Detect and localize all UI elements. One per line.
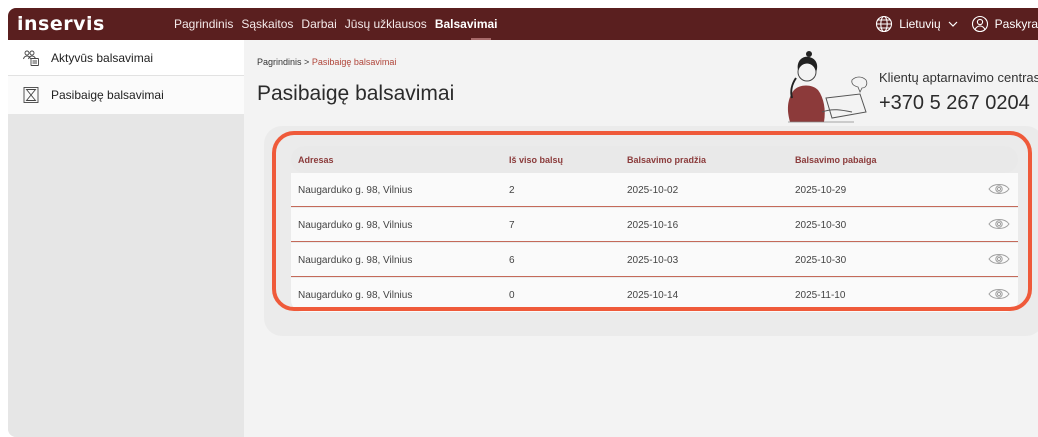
cell-end: 2025-10-30 <box>795 255 847 266</box>
cell-address: Naugarduko g. 98, Vilnius <box>298 185 413 196</box>
cell-start: 2025-10-16 <box>627 220 679 231</box>
sidebar: Aktyvūs balsavimai Pasibaigę balsavimai <box>8 40 244 437</box>
cell-end: 2025-10-29 <box>795 185 847 196</box>
sidebar-item-pasibaige[interactable]: Pasibaigę balsavimai <box>8 76 244 114</box>
cell-total: 6 <box>509 255 515 266</box>
topbar-actions: Lietuvių Paskyra <box>875 8 1038 40</box>
language-selector[interactable]: Lietuvių <box>899 17 940 31</box>
eye-icon[interactable] <box>988 287 1010 301</box>
cell-total: 0 <box>509 290 515 301</box>
breadcrumb-separator: > <box>304 57 310 67</box>
header-start[interactable]: Balsavimo pradžia <box>627 155 706 165</box>
cell-start: 2025-10-02 <box>627 185 679 196</box>
votes-table: Adresas Iš viso balsų Balsavimo pradžia … <box>286 142 1020 316</box>
header-end[interactable]: Balsavimo pabaiga <box>795 155 877 165</box>
nav-saskaitos[interactable]: Sąskaitos <box>241 17 293 31</box>
chevron-down-icon[interactable] <box>947 18 959 30</box>
account-link[interactable]: Paskyra <box>995 17 1038 31</box>
row-divider <box>291 241 1018 242</box>
eye-icon[interactable] <box>988 252 1010 266</box>
breadcrumb-current: Pasibaigę balsavimai <box>311 57 397 67</box>
cell-start: 2025-10-14 <box>627 290 679 301</box>
table-row[interactable]: Naugarduko g. 98, Vilnius 2 2025-10-02 2… <box>291 173 1018 207</box>
sidebar-item-label: Aktyvūs balsavimai <box>51 50 154 65</box>
row-divider <box>291 276 1018 277</box>
people-icon <box>22 49 40 67</box>
header-total[interactable]: Iš viso balsų <box>509 155 563 165</box>
top-navigation-bar: inservis Pagrindinis Sąskaitos Darbai Jū… <box>8 8 1038 40</box>
main-content: Pagrindinis > Pasibaigę balsavimai Pasib… <box>244 40 1038 437</box>
row-divider <box>291 206 1018 207</box>
cell-total: 2 <box>509 185 515 196</box>
support-agent-illustration <box>787 51 868 123</box>
breadcrumb: Pagrindinis > Pasibaigę balsavimai <box>257 57 396 67</box>
cell-end: 2025-10-30 <box>795 220 847 231</box>
cell-start: 2025-10-03 <box>627 255 679 266</box>
nav-uzklausos[interactable]: Jūsų užklausos <box>345 17 427 31</box>
cell-address: Naugarduko g. 98, Vilnius <box>298 290 413 301</box>
nav-balsavimai[interactable]: Balsavimai <box>435 17 498 31</box>
eye-icon[interactable] <box>988 182 1010 196</box>
table-row[interactable]: Naugarduko g. 98, Vilnius 6 2025-10-03 2… <box>291 243 1018 277</box>
page-title: Pasibaigę balsavimai <box>257 82 455 105</box>
table-header: Adresas Iš viso balsų Balsavimo pradžia … <box>291 146 1018 173</box>
support-label: Klientų aptarnavimo centras <box>879 70 1038 85</box>
main-nav: Pagrindinis Sąskaitos Darbai Jūsų užklau… <box>174 17 498 31</box>
cell-end: 2025-11-10 <box>795 290 846 301</box>
cell-address: Naugarduko g. 98, Vilnius <box>298 220 413 231</box>
sidebar-item-label: Pasibaigę balsavimai <box>51 88 164 102</box>
globe-icon[interactable] <box>875 15 893 33</box>
eye-icon[interactable] <box>988 217 1010 231</box>
support-phone[interactable]: +370 5 267 0204 <box>879 92 1030 115</box>
header-address[interactable]: Adresas <box>298 155 334 165</box>
cell-total: 7 <box>509 220 515 231</box>
breadcrumb-home[interactable]: Pagrindinis <box>257 57 302 67</box>
support-contact: Klientų aptarnavimo centras +370 5 267 0… <box>782 50 1038 128</box>
inservis-logo[interactable]: inservis <box>17 13 174 35</box>
hourglass-icon <box>22 86 40 104</box>
cell-address: Naugarduko g. 98, Vilnius <box>298 255 413 266</box>
table-row[interactable]: Naugarduko g. 98, Vilnius 7 2025-10-16 2… <box>291 208 1018 242</box>
user-icon[interactable] <box>971 15 989 33</box>
app-frame: inservis Pagrindinis Sąskaitos Darbai Jū… <box>8 8 1038 437</box>
nav-pagrindinis[interactable]: Pagrindinis <box>174 17 233 31</box>
nav-darbai[interactable]: Darbai <box>301 17 336 31</box>
table-row[interactable]: Naugarduko g. 98, Vilnius 0 2025-10-14 2… <box>291 278 1018 312</box>
sidebar-item-aktyvus[interactable]: Aktyvūs balsavimai <box>8 40 244 76</box>
